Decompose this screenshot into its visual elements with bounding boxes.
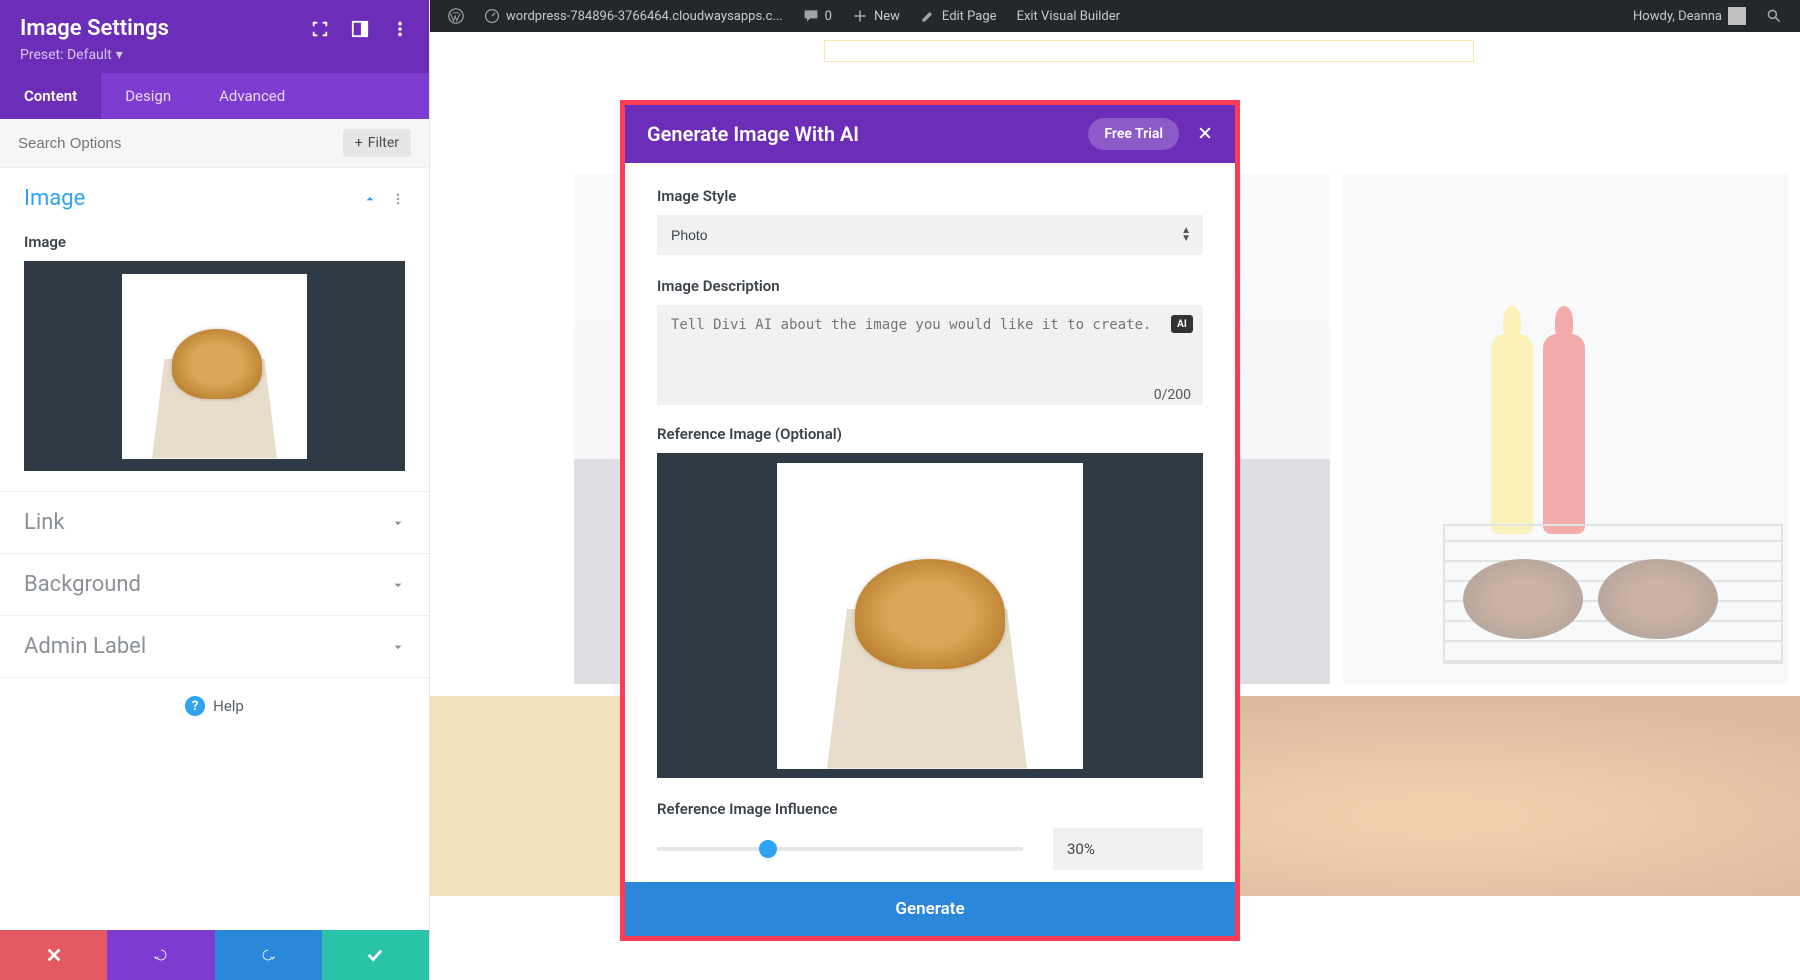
howdy-label: Howdy, Deanna bbox=[1633, 9, 1722, 24]
tab-design[interactable]: Design bbox=[101, 73, 195, 119]
image-style-select[interactable]: Photo bbox=[657, 215, 1203, 255]
slider-thumb[interactable] bbox=[759, 840, 777, 858]
search-input[interactable] bbox=[18, 135, 343, 152]
influence-slider-row: 30% bbox=[657, 828, 1203, 870]
section-background-toggle[interactable]: Background bbox=[0, 553, 429, 615]
ref-image-slot[interactable] bbox=[657, 453, 1203, 778]
chevron-down-icon bbox=[391, 578, 405, 592]
dashboard-icon bbox=[484, 8, 500, 24]
image-desc-label: Image Description bbox=[657, 277, 1203, 295]
influence-slider[interactable] bbox=[657, 847, 1023, 851]
site-link[interactable]: wordpress-784896-3766464.cloudwaysapps.c… bbox=[474, 0, 793, 32]
select-arrows-icon: ▲▼ bbox=[1181, 227, 1191, 243]
modal-body: Image Style Photo ▲▼ Image Description A… bbox=[625, 163, 1235, 882]
exit-vb-label: Exit Visual Builder bbox=[1017, 9, 1120, 24]
preset-selector[interactable]: Preset: Default ▾ bbox=[20, 47, 409, 63]
chevron-down-icon bbox=[391, 640, 405, 654]
ref-influence-label: Reference Image Influence bbox=[657, 800, 1203, 818]
panel-header: Image Settings Preset: Default ▾ bbox=[0, 0, 429, 73]
help-label: Help bbox=[213, 697, 244, 715]
dock-icon[interactable] bbox=[351, 20, 369, 38]
help-row[interactable]: ? Help bbox=[0, 677, 429, 734]
filter-label: Filter bbox=[368, 135, 399, 151]
pretzel-image-large bbox=[777, 463, 1083, 769]
plus-icon bbox=[852, 8, 868, 24]
undo-icon bbox=[152, 946, 170, 964]
close-icon bbox=[1197, 125, 1213, 141]
settings-panel: Image Settings Preset: Default ▾ Content… bbox=[0, 0, 430, 980]
pretzel bbox=[855, 559, 1005, 669]
kebab-icon[interactable] bbox=[391, 20, 409, 38]
avatar bbox=[1728, 7, 1746, 25]
modal-header: Generate Image With AI Free Trial bbox=[625, 105, 1235, 163]
comment-count: 0 bbox=[825, 9, 832, 24]
panel-body: Image Image Link Background Admin Label bbox=[0, 168, 429, 930]
new-link[interactable]: New bbox=[842, 0, 910, 32]
save-button[interactable] bbox=[322, 930, 429, 980]
focus-icon[interactable] bbox=[311, 20, 329, 38]
tab-advanced[interactable]: Advanced bbox=[195, 73, 309, 119]
close-icon bbox=[45, 946, 63, 964]
discard-button[interactable] bbox=[0, 930, 107, 980]
section-image-title: Image bbox=[24, 186, 85, 211]
panel-actions bbox=[0, 930, 429, 980]
preset-label: Preset: Default bbox=[20, 47, 112, 63]
redo-icon bbox=[259, 946, 277, 964]
redo-button[interactable] bbox=[215, 930, 322, 980]
edit-page-link[interactable]: Edit Page bbox=[910, 0, 1007, 32]
char-count: 0/200 bbox=[657, 387, 1203, 403]
plus-small-icon: + bbox=[355, 135, 363, 151]
image-preview-slot[interactable] bbox=[24, 261, 405, 471]
search-icon bbox=[1766, 8, 1782, 24]
comment-icon bbox=[803, 8, 819, 24]
section-background-title: Background bbox=[24, 572, 141, 597]
kebab-small-icon[interactable] bbox=[391, 192, 405, 206]
free-trial-badge[interactable]: Free Trial bbox=[1088, 118, 1179, 150]
influence-value[interactable]: 30% bbox=[1053, 828, 1203, 870]
modal-title: Generate Image With AI bbox=[647, 122, 859, 146]
pretzel-image bbox=[122, 274, 307, 459]
filter-button[interactable]: + Filter bbox=[343, 129, 411, 157]
image-style-select-wrap: Photo ▲▼ bbox=[657, 215, 1203, 255]
panel-title: Image Settings bbox=[20, 16, 169, 41]
comments-link[interactable]: 0 bbox=[793, 0, 842, 32]
wp-admin-bar: wordpress-784896-3766464.cloudwaysapps.c… bbox=[430, 0, 1800, 32]
wordpress-icon bbox=[448, 8, 464, 24]
section-admin-title: Admin Label bbox=[24, 634, 146, 659]
new-label: New bbox=[874, 9, 900, 24]
help-icon: ? bbox=[185, 696, 205, 716]
chevron-down-icon bbox=[391, 516, 405, 530]
howdy-link[interactable]: Howdy, Deanna bbox=[1623, 0, 1756, 32]
image-field-label: Image bbox=[0, 229, 429, 261]
check-icon bbox=[366, 946, 384, 964]
section-link-title: Link bbox=[24, 510, 65, 535]
generate-ai-modal: Generate Image With AI Free Trial Image … bbox=[620, 100, 1240, 941]
site-url: wordpress-784896-3766464.cloudwaysapps.c… bbox=[506, 9, 783, 24]
generate-button[interactable]: Generate bbox=[625, 882, 1235, 936]
section-image-toggle[interactable]: Image bbox=[0, 168, 429, 229]
modal-close-button[interactable] bbox=[1197, 122, 1213, 146]
wp-logo[interactable] bbox=[438, 0, 474, 32]
ai-badge[interactable]: AI bbox=[1171, 315, 1193, 333]
section-admin-toggle[interactable]: Admin Label bbox=[0, 615, 429, 677]
pencil-icon bbox=[920, 8, 936, 24]
search-toggle[interactable] bbox=[1756, 0, 1792, 32]
exit-vb-link[interactable]: Exit Visual Builder bbox=[1007, 0, 1130, 32]
tab-content[interactable]: Content bbox=[0, 73, 101, 119]
search-row: + Filter bbox=[0, 119, 429, 168]
pretzel bbox=[172, 329, 262, 399]
edit-page-label: Edit Page bbox=[942, 9, 997, 24]
panel-tabs: Content Design Advanced bbox=[0, 73, 429, 119]
image-style-label: Image Style bbox=[657, 187, 1203, 205]
caret-down-icon: ▾ bbox=[116, 47, 123, 63]
ref-image-label: Reference Image (Optional) bbox=[657, 425, 1203, 443]
chevron-up-icon bbox=[363, 192, 377, 206]
section-link-toggle[interactable]: Link bbox=[0, 491, 429, 553]
undo-button[interactable] bbox=[107, 930, 214, 980]
